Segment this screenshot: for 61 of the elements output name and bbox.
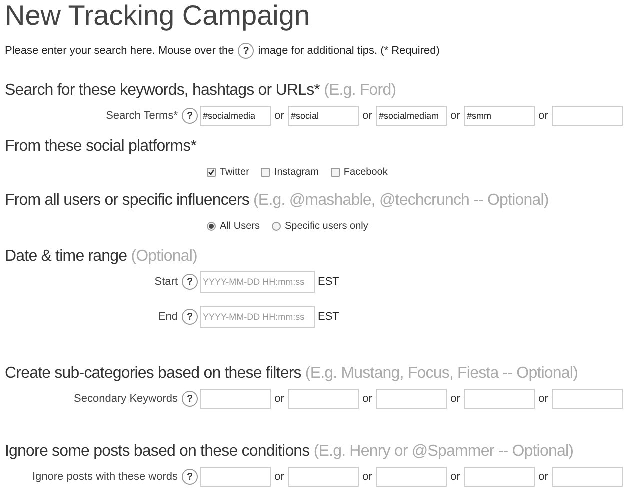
help-icon[interactable]: ? [182, 108, 198, 124]
page-title: New Tracking Campaign [5, 0, 312, 33]
help-icon[interactable]: ? [182, 469, 198, 485]
or-label: or [538, 392, 550, 407]
section-heading: Ignore some posts based on these conditions (E.g. Henry or @Spammer -- Optional) [5, 442, 575, 462]
field-label: Ignore posts with these words [32, 470, 178, 485]
or-label: or [274, 392, 286, 407]
timezone-label: EST [318, 274, 340, 290]
checkbox[interactable] [207, 168, 216, 176]
text-field[interactable]: #smm [464, 106, 535, 126]
or-label: or [274, 108, 286, 124]
text-field[interactable] [200, 389, 271, 409]
or-label: or [450, 392, 462, 407]
option-label[interactable]: Twitter [220, 164, 250, 180]
radio-button[interactable] [272, 222, 282, 230]
help-icon[interactable]: ? [182, 391, 198, 407]
or-label: or [274, 470, 286, 485]
timezone-label: EST [318, 310, 340, 325]
text-field[interactable] [288, 389, 359, 409]
help-icon[interactable]: ? [238, 43, 254, 59]
checkbox[interactable] [261, 168, 270, 176]
text-field[interactable] [552, 467, 623, 487]
date-field[interactable]: YYYY-MM-DD HH:mm:ss [200, 271, 315, 293]
section-heading: From all users or specific influencers (E.g. @mashable, @techcrunch -- Optional) [5, 191, 550, 211]
or-label: or [538, 470, 550, 485]
text-field[interactable] [376, 467, 447, 487]
field-label: Search Terms* [106, 108, 178, 124]
text-field[interactable] [552, 106, 623, 126]
or-label: or [450, 470, 462, 485]
or-label: or [450, 108, 462, 124]
option-label[interactable]: Facebook [344, 164, 388, 180]
radio-button[interactable] [207, 222, 216, 230]
text-field[interactable] [552, 389, 623, 409]
option-label[interactable]: Instagram [274, 164, 319, 180]
option-label[interactable]: All Users [220, 218, 260, 234]
text-field[interactable] [464, 467, 535, 487]
or-label: or [362, 108, 374, 124]
help-icon[interactable]: ? [182, 309, 198, 325]
text-field[interactable]: #social [288, 106, 359, 126]
section-heading: Date & time range (Optional) [5, 247, 198, 267]
field-label: End [158, 310, 178, 325]
section-heading: Search for these keywords, hashtags or URLs* (E.g. Ford) [5, 81, 398, 101]
help-icon[interactable]: ? [182, 274, 198, 290]
or-label: or [362, 392, 374, 407]
text-field[interactable] [288, 467, 359, 487]
intro-text: image for additional tips. (* Required) [258, 44, 440, 59]
text-field[interactable]: #socialmediam [376, 106, 447, 126]
text-field[interactable]: #socialmedia [200, 106, 271, 126]
field-label: Start [154, 274, 178, 290]
or-label: or [362, 470, 374, 485]
field-label: Secondary Keywords [74, 392, 178, 407]
option-label[interactable]: Specific users only [285, 218, 368, 234]
or-label: or [538, 108, 550, 124]
date-field[interactable]: YYYY-MM-DD HH:mm:ss [200, 306, 315, 328]
text-field[interactable] [464, 389, 535, 409]
text-field[interactable] [376, 389, 447, 409]
checkbox[interactable] [330, 168, 340, 176]
text-field[interactable] [200, 467, 271, 487]
intro-text: Please enter your search here. Mouse over the [5, 44, 234, 59]
section-heading: Create sub-categories based on these filters (E.g. Mustang, Focus, Fiesta -- Optional) [5, 364, 579, 384]
section-heading: From these social platforms* [5, 137, 198, 157]
